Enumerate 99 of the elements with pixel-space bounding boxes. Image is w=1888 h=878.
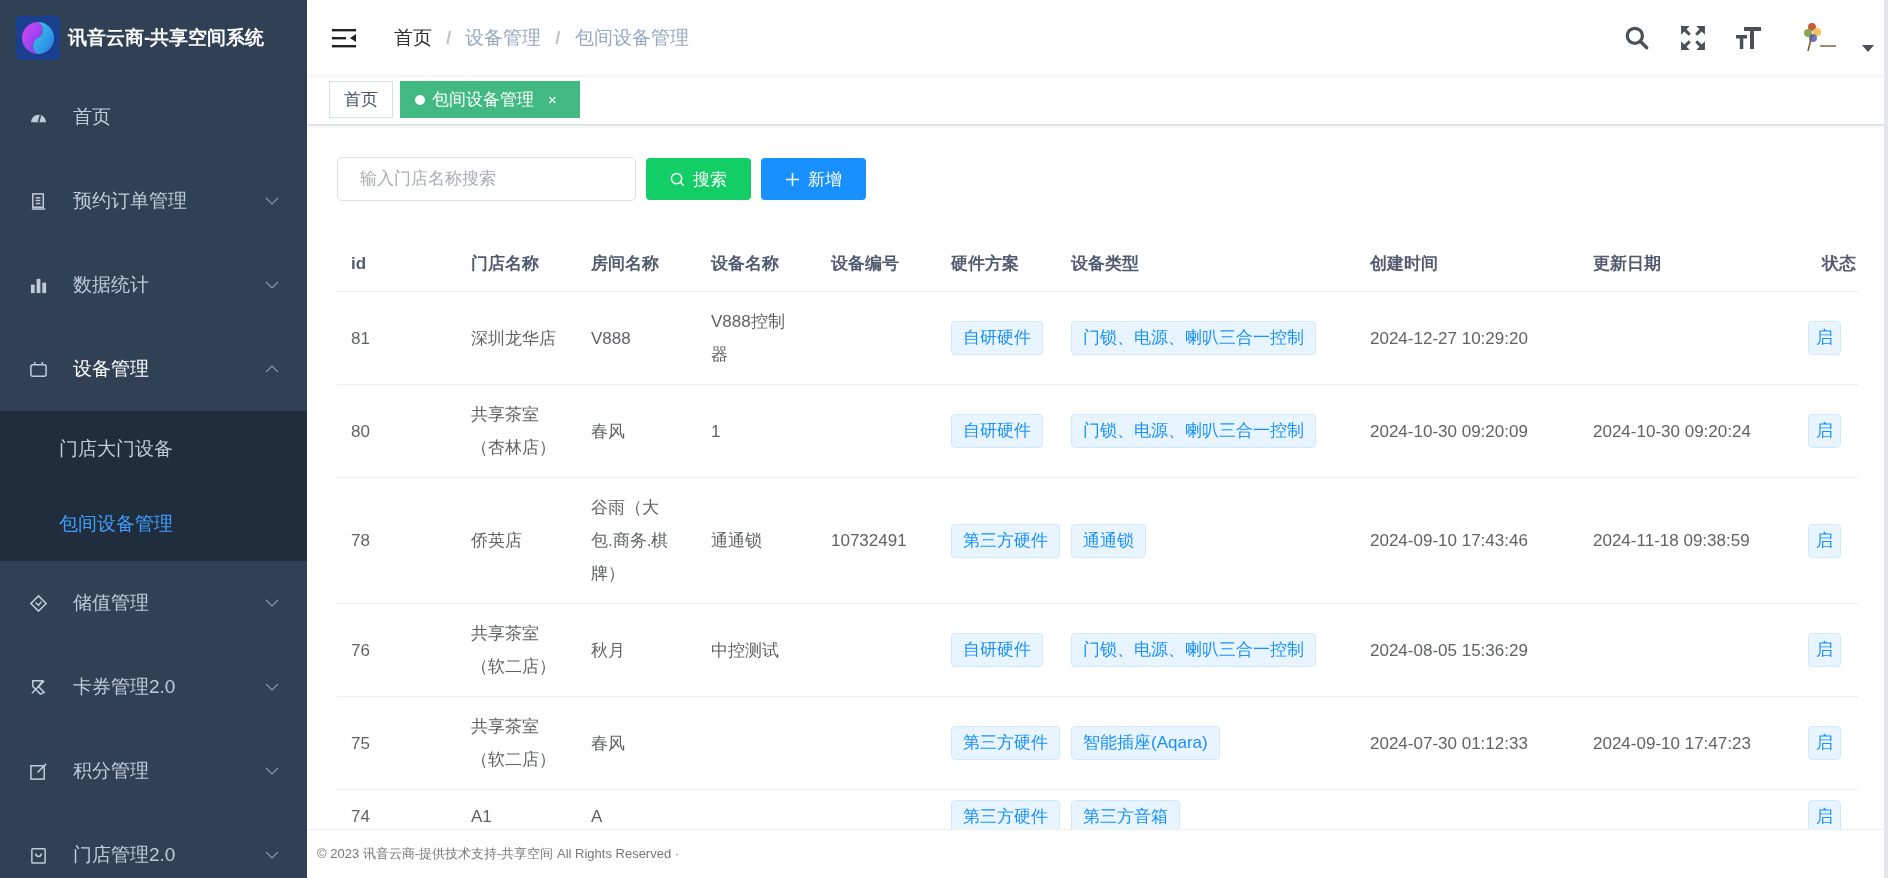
chevron-down-icon [265,197,279,205]
table-cell-text: 2024-07-30 01:12:33 [1370,732,1528,755]
submenu-item[interactable]: 门店大门设备 [0,411,307,486]
hardware-tag: 第三方硬件 [951,726,1060,760]
box-icon [29,359,48,379]
app-title: 讯音云商-共享空间系统 [68,25,265,50]
diamond-icon [29,593,48,613]
breadcrumb-separator: / [555,26,561,49]
tab[interactable]: 首页 [329,81,393,118]
table-cell-text: 74 [351,806,370,828]
table-cell-text: V888控制器 [711,311,786,366]
menu-icon[interactable] [332,27,356,48]
breadcrumb-item: 设备管理 [465,25,542,50]
device-type-tag: 智能插座(Aqara) [1071,726,1220,760]
chevron-down-icon [265,851,279,859]
table-cell-text: A1 [471,806,492,828]
breadcrumb-separator: / [446,26,452,49]
table-cell-text: 78 [351,530,370,552]
table-cell-text: 春风 [591,420,625,443]
plus-icon [785,171,800,187]
menu-item[interactable]: 预约订单管理 [0,159,307,243]
menu-item[interactable]: 卡券管理2.0 [0,645,307,729]
column-header: 门店名称 [457,236,577,292]
column-header: 更新日期 [1579,236,1808,292]
table-cell-text: 秋月 [591,639,625,662]
table-cell-text: 75 [351,732,370,755]
table-cell-text: 10732491 [831,530,907,552]
table-cell-text: 81 [351,327,370,350]
status-tag: 启 [1808,800,1841,829]
menu-item[interactable]: 设备管理 [0,327,307,411]
table-cell-text: 谷雨（大包.商务.棋牌） [591,497,670,585]
search-icon [670,171,685,187]
hardware-tag: 第三方硬件 [951,800,1060,829]
column-header: 房间名称 [577,236,697,292]
table-cell-text: A [591,806,603,828]
menu-item[interactable]: 积分管理 [0,729,307,813]
table-cell-text: 深圳龙华店 [471,327,556,350]
menu-item[interactable]: 数据统计 [0,243,307,327]
table-cell-text: 共享茶室（杏林店） [471,404,557,459]
edit-icon [29,761,48,781]
device-type-tag: 门锁、电源、喇叭三合一控制 [1071,633,1316,667]
search-icon[interactable] [1624,24,1650,51]
status-tag: 启 [1808,726,1841,760]
hardware-tag: 自研硬件 [951,633,1043,667]
menu-item[interactable]: 门店管理2.0 [0,813,307,878]
column-header: 状态 [1808,236,1858,292]
hardware-tag: 自研硬件 [951,321,1043,355]
status-tag: 启 [1808,523,1841,558]
column-header: 硬件方案 [937,236,1057,292]
breadcrumb-item[interactable]: 首页 [394,24,432,51]
chevron-down-icon [265,599,279,607]
hardware-tag: 自研硬件 [951,414,1043,448]
device-type-tag: 门锁、电源、喇叭三合一控制 [1071,321,1316,355]
table-cell-text: 中控测试 [711,639,779,662]
chevron-down-icon [265,767,279,775]
status-tag: 启 [1808,633,1841,667]
table-cell-text: 侨英店 [471,530,522,552]
table-cell-text: 共享茶室（软二店） [471,716,557,771]
submenu-item[interactable]: 包间设备管理 [0,486,307,561]
table-cell-text: 2024-10-30 09:20:09 [1370,420,1528,443]
caret-icon[interactable] [1862,45,1874,52]
table-cell-text: 2024-12-27 10:29:20 [1370,327,1528,350]
table-cell-text: 通通锁 [711,530,762,552]
breadcrumb-item: 包间设备管理 [574,25,689,50]
chevron-down-icon [265,281,279,289]
search-field[interactable]: 输入门店名称搜索 [337,157,636,201]
status-tag: 启 [1808,414,1841,448]
column-header: 设备类型 [1057,236,1356,292]
table-cell-text: 2024-09-10 17:47:23 [1593,732,1751,755]
menu-item[interactable]: 储值管理 [0,561,307,645]
document-icon [29,191,48,211]
menu-item[interactable]: 首页 [0,75,307,159]
table-cell-text: 76 [351,639,370,662]
fullscreen-icon[interactable] [1680,24,1706,51]
table-cell-text: 1 [711,420,721,443]
column-header: id [337,236,457,292]
font-size-icon[interactable] [1736,24,1762,51]
column-header: 创建时间 [1356,236,1579,292]
table-cell-text: 春风 [591,732,625,755]
column-header: 设备编号 [817,236,937,292]
chevron-down-icon [265,683,279,691]
table-cell-text: 2024-11-18 09:38:59 [1593,530,1750,552]
bag-icon [29,845,48,865]
table-cell-text: 共享茶室（软二店） [471,623,557,678]
hardware-tag: 第三方硬件 [951,523,1060,558]
table-cell-text: 2024-09-10 17:43:46 [1370,530,1528,552]
device-type-tag: 第三方音箱 [1071,800,1180,829]
chevron-up-icon [265,365,279,373]
table-cell-text: V888 [591,327,631,350]
column-header: 设备名称 [697,236,817,292]
table-cell-text: 2024-10-30 09:20:24 [1593,420,1751,443]
table-cell-text: 2024-08-05 15:36:29 [1370,639,1528,662]
device-type-tag: 通通锁 [1071,523,1146,558]
device-type-tag: 门锁、电源、喇叭三合一控制 [1071,414,1316,448]
table-cell-text: 80 [351,420,370,443]
copyright-text: © 2023 讯音云商-提供技术支持-共享空间 All Rights Reserved · [317,845,680,863]
status-tag: 启 [1808,321,1841,355]
logo-icon [16,15,60,60]
add-button[interactable]: 新增 [761,158,866,200]
